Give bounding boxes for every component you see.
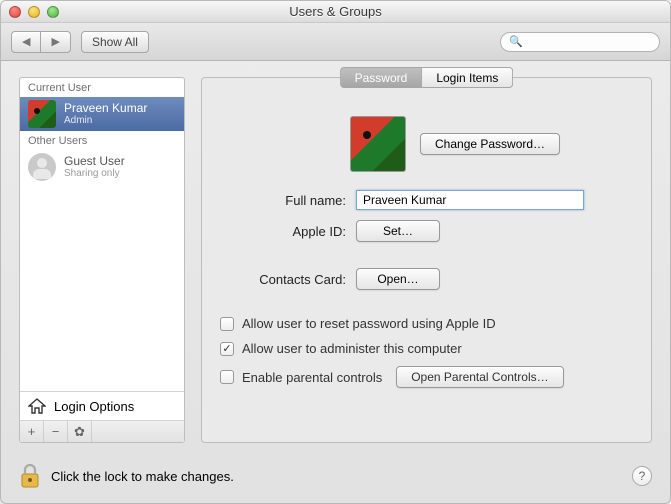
back-button[interactable]: ◀: [11, 31, 41, 53]
tab-login-items[interactable]: Login Items: [422, 67, 513, 88]
full-name-field[interactable]: [356, 190, 584, 210]
search-field[interactable]: 🔍: [500, 32, 660, 52]
full-name-label: Full name:: [220, 193, 346, 208]
apple-id-set-button[interactable]: Set…: [356, 220, 440, 242]
login-options-button[interactable]: Login Options: [20, 391, 184, 420]
sidebar-header-current: Current User: [20, 78, 184, 97]
action-menu-button[interactable]: ✿: [68, 421, 92, 442]
help-button[interactable]: ?: [632, 466, 652, 486]
enable-parental-checkbox[interactable]: [220, 370, 234, 384]
contacts-open-button[interactable]: Open…: [356, 268, 440, 290]
window-title: Users & Groups: [1, 4, 670, 19]
open-parental-controls-button[interactable]: Open Parental Controls…: [396, 366, 563, 388]
toolbar: ◀ ▶ Show All 🔍: [1, 23, 670, 61]
silhouette-icon: [28, 153, 56, 181]
chevron-right-icon: ▶: [51, 35, 59, 48]
user-info: Guest User Sharing only: [64, 155, 125, 179]
avatar-section: Change Password…: [350, 116, 633, 172]
footer: Click the lock to make changes. ?: [1, 453, 670, 503]
allow-administer-row: ✓ Allow user to administer this computer: [220, 341, 633, 356]
apple-id-label: Apple ID:: [220, 224, 346, 239]
user-role: Sharing only: [64, 168, 125, 179]
checkboxes: Allow user to reset password using Apple…: [220, 316, 633, 388]
contacts-card-row: Contacts Card: Open…: [220, 268, 633, 290]
allow-reset-password-label: Allow user to reset password using Apple…: [242, 316, 496, 331]
user-name: Guest User: [64, 155, 125, 168]
content: Current User Praveen Kumar Admin Other U…: [1, 61, 670, 453]
search-input[interactable]: [528, 35, 651, 49]
sidebar-item-guest-user[interactable]: Guest User Sharing only: [20, 150, 184, 184]
avatar: [28, 100, 56, 128]
allow-reset-password-row: Allow user to reset password using Apple…: [220, 316, 633, 331]
house-icon: [28, 398, 46, 414]
forward-button[interactable]: ▶: [41, 31, 70, 53]
lock-text: Click the lock to make changes.: [51, 469, 234, 484]
tab-bar: Password Login Items: [340, 67, 514, 88]
user-picture[interactable]: [350, 116, 406, 172]
user-info: Praveen Kumar Admin: [64, 102, 147, 126]
allow-administer-label: Allow user to administer this computer: [242, 341, 462, 356]
help-icon: ?: [639, 469, 646, 483]
enable-parental-row: Enable parental controls Open Parental C…: [220, 366, 633, 388]
allow-reset-password-checkbox[interactable]: [220, 317, 234, 331]
login-options-label: Login Options: [54, 399, 134, 414]
show-all-button[interactable]: Show All: [81, 31, 149, 53]
user-role: Admin: [64, 115, 147, 126]
preferences-window: Users & Groups ◀ ▶ Show All 🔍 Current Us…: [0, 0, 671, 504]
sidebar-footer: + − ✿: [20, 420, 184, 442]
contacts-card-label: Contacts Card:: [220, 272, 346, 287]
allow-administer-checkbox[interactable]: ✓: [220, 342, 234, 356]
gear-icon: ✿: [74, 424, 85, 440]
sidebar: Current User Praveen Kumar Admin Other U…: [19, 77, 185, 443]
add-button[interactable]: +: [20, 421, 44, 442]
nav-segment: ◀ ▶: [11, 31, 71, 53]
full-name-row: Full name:: [220, 190, 633, 210]
change-password-button[interactable]: Change Password…: [420, 133, 560, 155]
titlebar: Users & Groups: [1, 1, 670, 23]
chevron-left-icon: ◀: [22, 35, 30, 48]
remove-button[interactable]: −: [44, 421, 68, 442]
sidebar-header-other: Other Users: [20, 131, 184, 150]
lock-icon[interactable]: [19, 463, 41, 489]
apple-id-row: Apple ID: Set…: [220, 220, 633, 242]
enable-parental-label: Enable parental controls: [242, 370, 382, 385]
user-name: Praveen Kumar: [64, 102, 147, 115]
sidebar-item-current-user[interactable]: Praveen Kumar Admin: [20, 97, 184, 131]
tab-password[interactable]: Password: [340, 67, 423, 88]
main-panel: Password Login Items Change Password… Fu…: [201, 77, 652, 443]
search-icon: 🔍: [509, 35, 523, 48]
